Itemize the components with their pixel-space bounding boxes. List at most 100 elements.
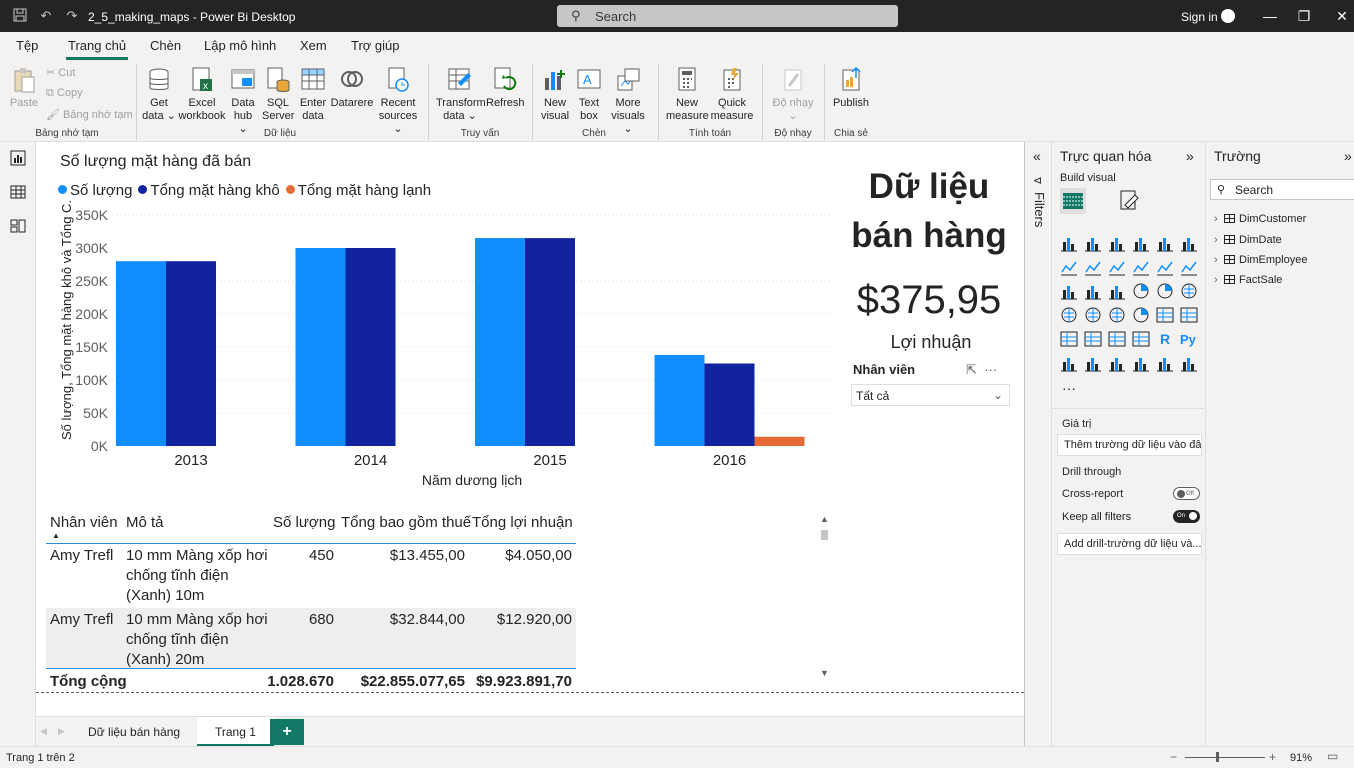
sign-in-link[interactable]: Sign in xyxy=(1181,10,1218,24)
more-visuals-icon[interactable]: ··· xyxy=(1062,380,1076,396)
clustered-column-chart[interactable]: 0K 50K 100K 150K 200K 250K 300K 350KSố lượng, T… xyxy=(36,200,836,500)
python-visual-icon[interactable]: Py xyxy=(1180,330,1198,348)
sql-server-button[interactable]: SQL Server xyxy=(262,66,294,123)
menu-modeling[interactable]: Lập mô hình xyxy=(204,38,276,53)
smart-narrative-icon[interactable] xyxy=(1132,354,1150,372)
refresh-button[interactable]: Refresh xyxy=(486,66,525,110)
decomposition-tree-icon[interactable] xyxy=(1084,354,1102,372)
add-page-button[interactable]: + xyxy=(270,719,304,745)
menu-insert[interactable]: Chèn xyxy=(150,38,181,53)
bar[interactable] xyxy=(116,261,166,446)
enter-data-button[interactable]: Enter data xyxy=(298,66,328,123)
fields-search-input[interactable]: ⚲ Search xyxy=(1210,179,1354,200)
redo-icon[interactable]: ↷ xyxy=(64,8,80,24)
legend-item[interactable]: Tổng mặt hàng lạnh xyxy=(285,182,431,199)
zoom-in-icon[interactable]: + xyxy=(1269,750,1276,764)
more-visuals-button[interactable]: More visuals ⌄ xyxy=(606,66,650,136)
field-table-item[interactable]: › FactSale xyxy=(1214,274,1282,286)
transform-data-button[interactable]: Transform data ⌄ xyxy=(436,66,486,123)
text-box-button[interactable]: A Text box xyxy=(574,66,604,123)
legend-item[interactable]: Tổng mặt hàng khô xyxy=(138,182,280,199)
ribbon-chart-icon[interactable] xyxy=(1180,258,1198,276)
table-scrollbar[interactable]: ▲ ▼ xyxy=(818,512,830,682)
zoom-slider-thumb[interactable] xyxy=(1216,752,1219,762)
qa-icon[interactable] xyxy=(1108,354,1126,372)
table-icon[interactable] xyxy=(1108,330,1126,348)
sensitivity-button[interactable]: Độ nhạy ⌄ xyxy=(770,66,816,123)
line-clustered-icon[interactable] xyxy=(1156,258,1174,276)
avatar[interactable] xyxy=(1221,9,1235,23)
column-header-total-incl-tax[interactable]: Tổng bao gồm thuế xyxy=(341,514,471,531)
publish-button[interactable]: Publish xyxy=(830,66,872,110)
page-tab[interactable]: Dữ liệu bán hàng xyxy=(70,717,198,747)
copy-button[interactable]: ⧉ Copy xyxy=(46,87,83,100)
save-icon[interactable] xyxy=(12,8,28,24)
funnel-icon[interactable] xyxy=(1084,282,1102,300)
field-table-item[interactable]: › DimCustomer xyxy=(1214,213,1306,225)
close-icon[interactable]: ✕ xyxy=(1334,8,1350,24)
build-visual-icon[interactable] xyxy=(1060,188,1086,214)
bar[interactable] xyxy=(654,354,705,446)
bar[interactable] xyxy=(345,248,396,446)
model-view-icon[interactable] xyxy=(10,218,26,234)
dataverse-button[interactable]: Datarere xyxy=(330,66,374,110)
paginated-report-icon[interactable] xyxy=(1180,354,1198,372)
stacked-bar-icon[interactable] xyxy=(1060,234,1078,252)
collapse-visualizations-icon[interactable]: » xyxy=(1186,148,1194,164)
expand-filters-icon[interactable]: « xyxy=(1033,148,1041,164)
clustered-column-icon[interactable] xyxy=(1132,234,1150,252)
menu-help[interactable]: Trợ giúp xyxy=(351,38,400,53)
100-bar-icon[interactable] xyxy=(1156,234,1174,252)
shape-map-icon[interactable] xyxy=(1108,306,1126,324)
column-header-description[interactable]: Mô tả xyxy=(126,514,164,531)
kpi-icon[interactable] xyxy=(1060,330,1078,348)
column-header-employee[interactable]: Nhân viên xyxy=(50,514,118,531)
format-visual-icon[interactable] xyxy=(1116,188,1142,214)
stacked-column-icon[interactable] xyxy=(1084,234,1102,252)
next-page-icon[interactable]: ▶ xyxy=(58,726,65,737)
key-influencers-icon[interactable] xyxy=(1060,354,1078,372)
undo-icon[interactable]: ↶ xyxy=(38,8,54,24)
bar[interactable] xyxy=(704,363,755,447)
cross-report-toggle[interactable]: Off xyxy=(1173,487,1200,500)
employee-slicer-dropdown[interactable]: Tất cả ⌄ xyxy=(851,384,1010,406)
multi-row-card-icon[interactable] xyxy=(1180,306,1198,324)
zoom-slider[interactable] xyxy=(1185,757,1265,758)
format-painter-button[interactable]: 🖌 Bảng nhớ tạm xyxy=(46,108,133,121)
new-visual-button[interactable]: New visual xyxy=(538,66,572,123)
bar[interactable] xyxy=(525,238,575,446)
values-field-well[interactable]: Thêm trường dữ liệu vào đây xyxy=(1057,434,1202,456)
cut-button[interactable]: ✂ Cut xyxy=(46,66,75,79)
field-table-item[interactable]: › DimDate xyxy=(1214,234,1282,246)
report-view-icon[interactable] xyxy=(10,150,26,166)
pie-chart-icon[interactable] xyxy=(1132,282,1150,300)
100-column-icon[interactable] xyxy=(1180,234,1198,252)
bar[interactable] xyxy=(475,238,525,446)
table-row[interactable]: Amy Trefl 10 mm Màng xốp hơi chống tĩnh … xyxy=(46,608,576,668)
donut-chart-icon[interactable] xyxy=(1156,282,1174,300)
drill-through-field-well[interactable]: Add drill-trường dữ liệu và... xyxy=(1057,533,1202,555)
waterfall-icon[interactable] xyxy=(1060,282,1078,300)
bar[interactable] xyxy=(754,436,805,446)
r-visual-icon[interactable]: R xyxy=(1156,330,1174,348)
column-header-quantity[interactable]: Số lượng xyxy=(273,514,335,531)
page-tab-active[interactable]: Trang 1 xyxy=(197,717,274,747)
data-hub-button[interactable]: Data hub ⌄ xyxy=(228,66,258,136)
scatter-icon[interactable] xyxy=(1108,282,1126,300)
filters-pane-collapsed[interactable]: « ⊲ Filters xyxy=(1024,142,1052,746)
quick-measure-button[interactable]: Quick measure xyxy=(710,66,754,123)
keep-filters-toggle[interactable]: On xyxy=(1173,510,1200,523)
scrollbar-thumb[interactable] xyxy=(821,530,828,540)
more-options-icon[interactable]: ··· xyxy=(984,362,997,377)
table-row[interactable]: Amy Trefl 10 mm Màng xốp hơi chống tĩnh … xyxy=(46,544,576,608)
prev-page-icon[interactable]: ◀ xyxy=(40,726,47,737)
new-measure-button[interactable]: New measure xyxy=(666,66,709,123)
scroll-up-icon[interactable]: ▲ xyxy=(820,514,829,524)
excel-workbook-button[interactable]: x Excel workbook xyxy=(178,66,226,123)
zoom-level[interactable]: 91% xyxy=(1290,752,1312,764)
recent-sources-button[interactable]: Recent sources ⌄ xyxy=(376,66,420,136)
field-table-item[interactable]: › DimEmployee xyxy=(1214,254,1307,266)
clustered-bar-icon[interactable] xyxy=(1108,234,1126,252)
minimize-icon[interactable]: — xyxy=(1262,8,1278,24)
zoom-out-icon[interactable]: − xyxy=(1170,750,1177,764)
